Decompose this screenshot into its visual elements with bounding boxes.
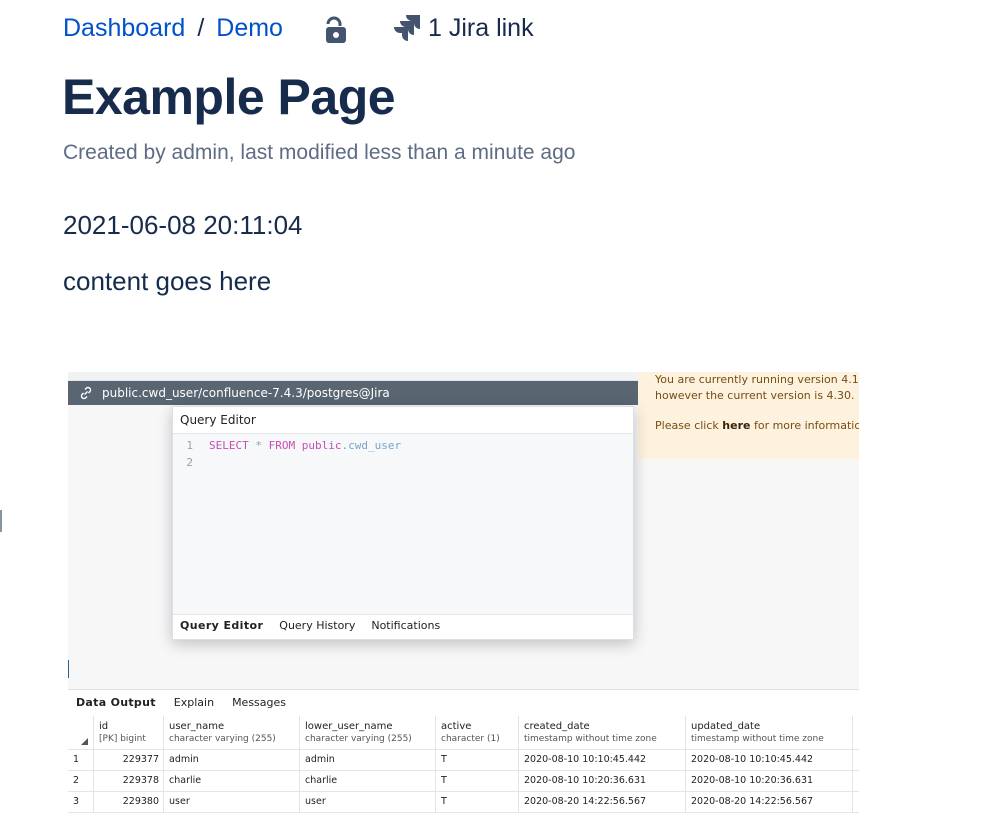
jira-link-label: 1 Jira link bbox=[428, 13, 534, 42]
cell-lower-user-name[interactable]: charlie bbox=[300, 771, 436, 791]
cell-created-date[interactable]: 2020-08-10 10:10:45.442 bbox=[519, 750, 686, 770]
sql-editor[interactable]: 1 2 SELECT * FROM public.cwd_user bbox=[173, 433, 633, 615]
column-name: user_name bbox=[169, 721, 225, 732]
line-number: 2 bbox=[186, 456, 193, 469]
cell-lower-user-name[interactable]: admin bbox=[300, 750, 436, 770]
row-number: 3 bbox=[68, 792, 94, 812]
column-name: id bbox=[99, 721, 109, 732]
tab-notifications[interactable]: Notifications bbox=[371, 619, 440, 632]
line-gutter: 1 2 bbox=[173, 434, 203, 614]
column-name: active bbox=[441, 721, 472, 732]
cell-user-name[interactable]: admin bbox=[164, 750, 300, 770]
connection-bar: public.cwd_user/confluence-7.4.3/postgre… bbox=[68, 381, 638, 405]
column-type: timestamp without time zone bbox=[691, 734, 824, 744]
update-notice-line2: however the current version is 4.30. bbox=[655, 389, 855, 402]
row-number: 1 bbox=[68, 750, 94, 770]
column-header-id[interactable]: id [PK] bigint bbox=[94, 716, 164, 749]
cell-id[interactable]: 229378 bbox=[94, 771, 164, 791]
cell-updated-date[interactable]: 2020-08-10 10:10:45.442 bbox=[686, 750, 853, 770]
cell-user-name[interactable]: user bbox=[164, 792, 300, 812]
splitter-handle[interactable] bbox=[68, 660, 69, 678]
cell-created-date[interactable]: 2020-08-20 14:22:56.567 bbox=[519, 792, 686, 812]
jira-link[interactable]: 1 Jira link bbox=[390, 12, 534, 44]
breadcrumb-dashboard-link[interactable]: Dashboard bbox=[63, 14, 185, 43]
update-notice: You are currently running version 4.11 o… bbox=[638, 372, 859, 459]
column-type: character varying (255) bbox=[305, 734, 412, 744]
breadcrumb-demo-link[interactable]: Demo bbox=[216, 14, 283, 43]
sql-keyword-select: SELECT bbox=[209, 439, 249, 452]
column-header-active[interactable]: active character (1) bbox=[436, 716, 519, 749]
update-notice-line1: You are currently running version 4.11 o… bbox=[655, 373, 859, 386]
column-header-updated-date[interactable]: updated_date timestamp without time zone bbox=[686, 716, 853, 749]
column-header-created-date[interactable]: created_date timestamp without time zone bbox=[519, 716, 686, 749]
cell-created-date[interactable]: 2020-08-10 10:20:36.631 bbox=[519, 771, 686, 791]
embedded-screenshot: public.cwd_user/confluence-7.4.3/postgre… bbox=[68, 372, 859, 816]
table-row[interactable]: 2 229378 charlie charlie T 2020-08-10 10… bbox=[68, 771, 859, 792]
row-number-header bbox=[68, 716, 94, 749]
column-name: updated_date bbox=[691, 721, 761, 732]
column-name: created_date bbox=[524, 721, 590, 732]
output-tabs: Data Output Explain Messages bbox=[76, 696, 304, 709]
query-editor-title: Query Editor bbox=[180, 413, 256, 427]
panel-divider bbox=[68, 689, 859, 690]
update-notice-suffix: for more information. bbox=[753, 419, 859, 432]
cell-id[interactable]: 229377 bbox=[94, 750, 164, 770]
line-number: 1 bbox=[186, 439, 193, 452]
column-type: character (1) bbox=[441, 734, 500, 744]
column-header-lower-user-name[interactable]: lower_user_name character varying (255) bbox=[300, 716, 436, 749]
tab-messages[interactable]: Messages bbox=[232, 696, 286, 709]
grid-header-row: id [PK] bigint user_name character varyi… bbox=[68, 716, 859, 750]
page-title: Example Page bbox=[62, 69, 396, 125]
column-header-user-name[interactable]: user_name character varying (255) bbox=[164, 716, 300, 749]
breadcrumb: Dashboard / Demo bbox=[63, 12, 283, 44]
sql-schema: public bbox=[301, 439, 342, 452]
unlocked-icon[interactable] bbox=[322, 14, 352, 44]
cell-active[interactable]: T bbox=[436, 771, 519, 791]
cell-active[interactable]: T bbox=[436, 750, 519, 770]
row-number: 2 bbox=[68, 771, 94, 791]
column-name: lower_user_name bbox=[305, 721, 393, 732]
sort-icon[interactable] bbox=[81, 738, 88, 745]
page-byline: Created by admin, last modified less tha… bbox=[63, 141, 576, 164]
cell-updated-date[interactable]: 2020-08-10 10:20:36.631 bbox=[686, 771, 853, 791]
page-timestamp: 2021-06-08 20:11:04 bbox=[63, 210, 303, 240]
connection-link-icon[interactable] bbox=[78, 385, 94, 401]
column-type: timestamp without time zone bbox=[524, 734, 657, 744]
sql-code-line: SELECT * FROM public.cwd_user bbox=[209, 439, 401, 452]
cell-user-name[interactable]: charlie bbox=[164, 771, 300, 791]
table-row[interactable]: 1 229377 admin admin T 2020-08-10 10:10:… bbox=[68, 750, 859, 771]
update-notice-line3: Please click here for more information. bbox=[655, 418, 859, 434]
cell-updated-date[interactable]: 2020-08-20 14:22:56.567 bbox=[686, 792, 853, 812]
cell-active[interactable]: T bbox=[436, 792, 519, 812]
tab-explain[interactable]: Explain bbox=[174, 696, 214, 709]
jira-icon bbox=[394, 15, 420, 41]
connection-label: public.cwd_user/confluence-7.4.3/postgre… bbox=[102, 386, 390, 400]
tab-query-editor[interactable]: Query Editor bbox=[180, 619, 263, 632]
query-editor-panel: Query Editor 1 2 SELECT * FROM public.cw… bbox=[172, 406, 634, 640]
breadcrumb-separator: / bbox=[197, 13, 205, 42]
tab-query-history[interactable]: Query History bbox=[279, 619, 355, 632]
cell-id[interactable]: 229380 bbox=[94, 792, 164, 812]
left-edge-marker bbox=[0, 510, 2, 532]
update-here-link[interactable]: here bbox=[722, 419, 750, 432]
sql-table: cwd_user bbox=[348, 439, 402, 452]
column-type: [PK] bigint bbox=[99, 734, 146, 744]
tab-data-output[interactable]: Data Output bbox=[76, 696, 156, 709]
sql-keyword-from: FROM bbox=[268, 439, 296, 452]
table-row[interactable]: 3 229380 user user T 2020-08-20 14:22:56… bbox=[68, 792, 859, 813]
update-notice-prefix: Please click bbox=[655, 419, 723, 432]
query-editor-tabs: Query Editor Query History Notifications bbox=[180, 619, 456, 632]
column-type: character varying (255) bbox=[169, 734, 276, 744]
sql-star: * bbox=[255, 439, 262, 452]
cell-lower-user-name[interactable]: user bbox=[300, 792, 436, 812]
page-content: content goes here bbox=[63, 266, 272, 296]
